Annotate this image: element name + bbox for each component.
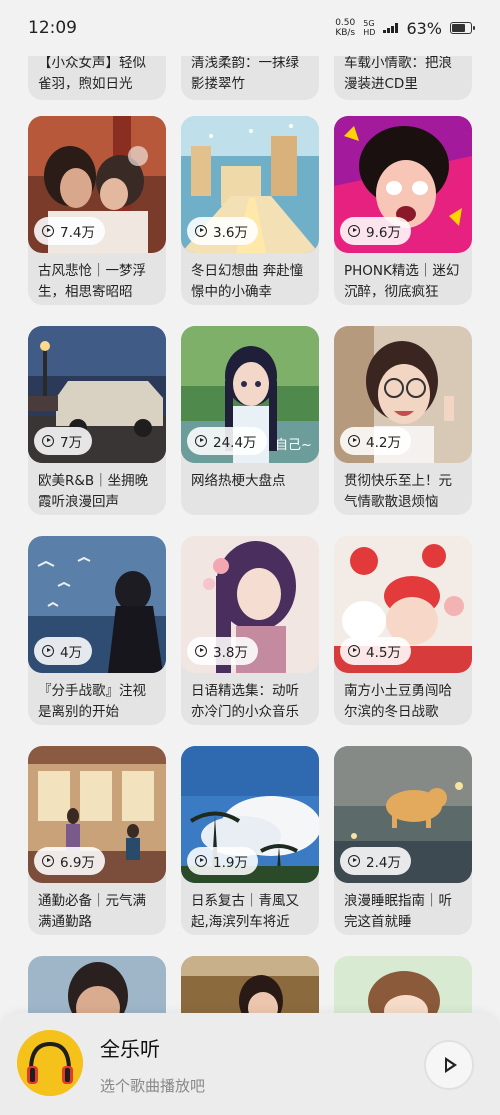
play-count-badge: 4.5万 bbox=[340, 637, 411, 665]
network-type: 5G HD bbox=[363, 19, 376, 37]
play-icon bbox=[348, 645, 360, 657]
mini-player[interactable]: 全乐听 选个歌曲播放吧 bbox=[0, 1013, 500, 1115]
play-count-badge: 2.4万 bbox=[340, 847, 411, 875]
playlist-cover: 7.4万 bbox=[28, 116, 166, 253]
play-icon bbox=[42, 435, 54, 447]
playlist-title: 欧美R&B｜坐拥晚霞听浪漫回声 bbox=[38, 473, 149, 510]
playlist-title: 冬日幻想曲 奔赴憧憬中的小确幸 bbox=[191, 263, 304, 300]
playlist-cover bbox=[334, 956, 472, 1016]
play-count-badge: 1.9万 bbox=[187, 847, 258, 875]
play-count-badge: 6.9万 bbox=[34, 847, 105, 875]
playlist-cover: 3.8万 bbox=[181, 536, 319, 673]
playlist-card[interactable]: 3.6万 冬日幻想曲 奔赴憧憬中的小确幸 bbox=[181, 116, 319, 305]
play-icon bbox=[348, 855, 360, 867]
playlist-cover: 4.5万 bbox=[334, 536, 472, 673]
playlist-cover: 9.6万 bbox=[334, 116, 472, 253]
playlist-title: 日语精选集：动听亦冷门的小众音乐 bbox=[191, 683, 299, 720]
playlist-card[interactable]: 2.4万 浪漫睡眠指南｜听完这首就睡 bbox=[334, 746, 472, 935]
playlist-card[interactable]: 6.9万 通勤必备｜元气满满通勤路 bbox=[28, 746, 166, 935]
signal-icon bbox=[383, 23, 399, 33]
playlist-title: 浪漫睡眠指南｜听完这首就睡 bbox=[344, 893, 452, 930]
playlist-cover: 2.4万 bbox=[334, 746, 472, 883]
playlist-grid: 7.4万 古风悲怆｜一梦浮生，相思寄昭昭 3.6万 冬日幻想曲 奔赴憧憬中的小确… bbox=[28, 116, 472, 1037]
play-count-badge: 3.6万 bbox=[187, 217, 258, 245]
playlist-title: 贯彻快乐至上！元气情歌散退烦恼 bbox=[344, 473, 452, 510]
play-icon bbox=[348, 225, 360, 237]
playlist-title: PHONK精选｜迷幻沉醉，彻底疯狂 bbox=[344, 263, 460, 300]
play-count-badge: 4.2万 bbox=[340, 427, 411, 455]
playlist-card[interactable] bbox=[28, 956, 166, 1016]
playlist-card[interactable]: 7.4万 古风悲怆｜一梦浮生，相思寄昭昭 bbox=[28, 116, 166, 305]
playlist-title: 网络热梗大盘点 bbox=[191, 473, 286, 489]
playlist-title: 通勤必备｜元气满满通勤路 bbox=[38, 893, 146, 930]
playlist-cover bbox=[28, 956, 166, 1016]
play-icon bbox=[195, 855, 207, 867]
play-count-badge: 3.8万 bbox=[187, 637, 258, 665]
playlist-card[interactable] bbox=[334, 956, 472, 1016]
play-icon bbox=[195, 645, 207, 657]
play-button[interactable] bbox=[424, 1040, 474, 1090]
playlist-card[interactable]: 4.2万 贯彻快乐至上！元气情歌散退烦恼 bbox=[334, 326, 472, 515]
playlist-card[interactable]: 1.9万 日系复古｜青風又起,海滨列车将近 bbox=[181, 746, 319, 935]
playlist-cover: 自己~ 24.4万 bbox=[181, 326, 319, 463]
play-icon bbox=[195, 435, 207, 447]
playlist-cover: 4万 bbox=[28, 536, 166, 673]
network-speed: 0.50 KB/s bbox=[335, 18, 356, 38]
battery-percent: 63% bbox=[406, 18, 442, 38]
playlist-card[interactable] bbox=[181, 956, 319, 1016]
playlist-card[interactable]: 3.8万 日语精选集：动听亦冷门的小众音乐 bbox=[181, 536, 319, 725]
playlist-title: 『分手战歌』注视是离别的开始 bbox=[38, 683, 146, 720]
app-logo bbox=[17, 1030, 83, 1096]
status-time: 12:09 bbox=[28, 18, 77, 38]
play-icon bbox=[348, 435, 360, 447]
playlist-cover: 1.9万 bbox=[181, 746, 319, 883]
playlist-title: 南方小土豆勇闯哈尔滨的冬日战歌 bbox=[344, 683, 452, 720]
play-count-badge: 7万 bbox=[34, 427, 93, 455]
player-title: 全乐听 bbox=[100, 1037, 160, 1061]
playlist-cover: 6.9万 bbox=[28, 746, 166, 883]
play-count-badge: 7.4万 bbox=[34, 217, 105, 245]
status-indicators: 0.50 KB/s 5G HD 63% bbox=[335, 18, 475, 38]
play-icon bbox=[42, 855, 54, 867]
playlist-cover: 7万 bbox=[28, 326, 166, 463]
play-count-badge: 24.4万 bbox=[187, 427, 267, 455]
play-count-badge: 4万 bbox=[34, 637, 93, 665]
playlist-card[interactable]: 4万 『分手战歌』注视是离别的开始 bbox=[28, 536, 166, 725]
player-subtitle: 选个歌曲播放吧 bbox=[100, 1077, 206, 1095]
playlist-cover bbox=[181, 956, 319, 1016]
play-count-badge: 9.6万 bbox=[340, 217, 411, 245]
play-icon bbox=[195, 225, 207, 237]
play-icon bbox=[42, 225, 54, 237]
battery-level bbox=[452, 24, 465, 32]
playlist-cover: 3.6万 bbox=[181, 116, 319, 253]
playlist-card[interactable]: 9.6万 PHONK精选｜迷幻沉醉，彻底疯狂 bbox=[334, 116, 472, 305]
playlist-title: 古风悲怆｜一梦浮生，相思寄昭昭 bbox=[38, 263, 146, 300]
battery-icon bbox=[450, 22, 475, 34]
playlist-card[interactable]: 自己~ 24.4万 网络热梗大盘点 bbox=[181, 326, 319, 515]
playlist-title: 日系复古｜青風又起,海滨列车将近 bbox=[191, 893, 299, 930]
status-bar: 12:09 0.50 KB/s 5G HD 63% bbox=[0, 0, 500, 56]
playlist-card[interactable]: 7万 欧美R&B｜坐拥晚霞听浪漫回声 bbox=[28, 326, 166, 515]
cover-overlay-text: 自己~ bbox=[275, 438, 312, 453]
play-icon bbox=[42, 645, 54, 657]
playlist-card[interactable]: 4.5万 南方小土豆勇闯哈尔滨的冬日战歌 bbox=[334, 536, 472, 725]
playlist-cover: 4.2万 bbox=[334, 326, 472, 463]
